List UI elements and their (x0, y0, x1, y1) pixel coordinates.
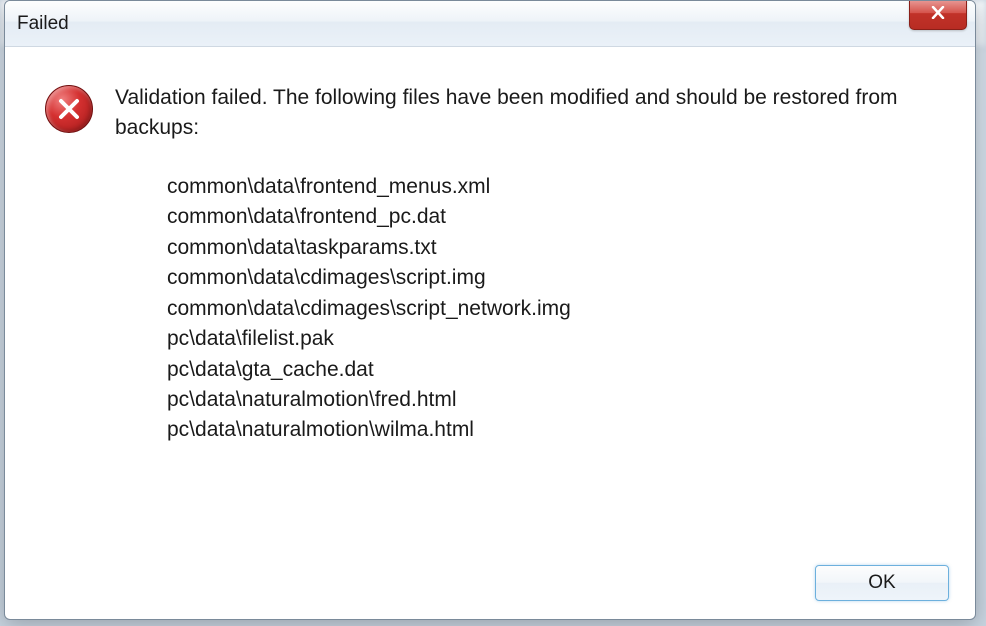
button-area: OK (815, 565, 949, 601)
file-list: common\data\frontend_menus.xml common\da… (115, 172, 945, 446)
file-item: common\data\cdimages\script.img (167, 263, 945, 293)
file-item: pc\data\naturalmotion\fred.html (167, 385, 945, 415)
file-item: common\data\cdimages\script_network.img (167, 294, 945, 324)
window-title: Failed (17, 13, 69, 35)
titlebar: Failed (5, 1, 975, 47)
dialog-content: Validation failed. The following files h… (5, 47, 975, 466)
file-item: common\data\frontend_menus.xml (167, 172, 945, 202)
file-item: common\data\taskparams.txt (167, 233, 945, 263)
dialog-window: Failed Validation failed. The following … (4, 0, 976, 620)
file-item: pc\data\gta_cache.dat (167, 355, 945, 385)
main-message: Validation failed. The following files h… (115, 83, 945, 144)
file-item: pc\data\naturalmotion\wilma.html (167, 415, 945, 445)
ok-button[interactable]: OK (815, 565, 949, 601)
file-item: common\data\frontend_pc.dat (167, 202, 945, 232)
file-item: pc\data\filelist.pak (167, 324, 945, 354)
close-icon (931, 6, 945, 24)
close-button[interactable] (909, 0, 967, 30)
error-icon (45, 85, 93, 133)
message-area: Validation failed. The following files h… (115, 83, 945, 446)
